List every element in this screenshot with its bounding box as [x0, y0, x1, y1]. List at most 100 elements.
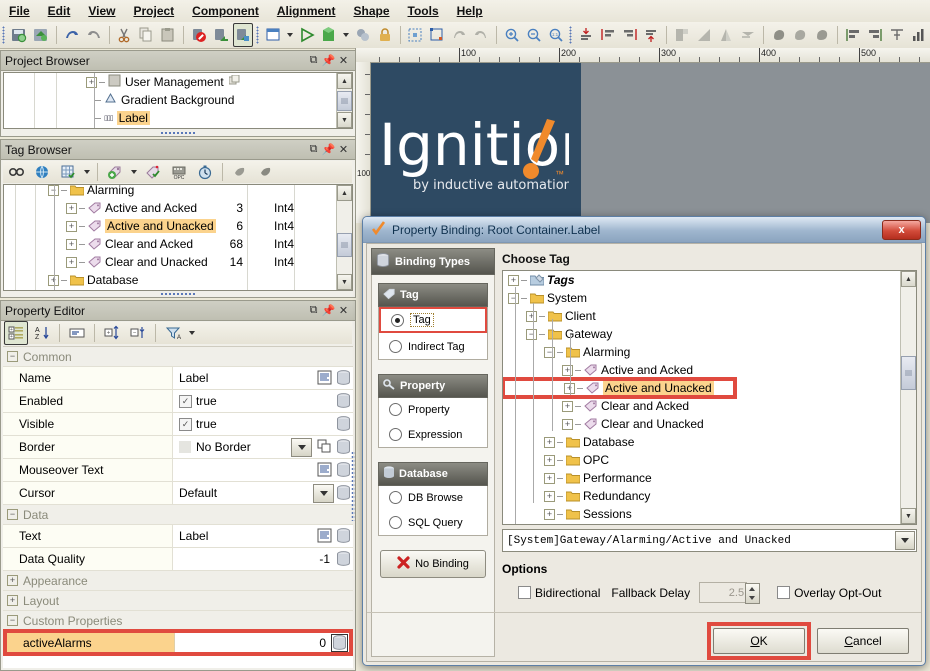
zoom-out-icon[interactable] [524, 23, 544, 47]
zoom-reset-icon[interactable]: 1:1 [546, 23, 566, 47]
close-icon[interactable]: ✕ [336, 303, 351, 318]
import-icon[interactable] [228, 160, 252, 184]
lock-icon[interactable] [375, 23, 395, 47]
property-value-cell[interactable]: Label [173, 525, 353, 547]
menu-item-view[interactable]: View [79, 2, 124, 20]
binding-option-indirect-tag[interactable]: Indirect Tag [379, 334, 487, 359]
spinner-buttons[interactable] [745, 583, 760, 604]
panel-resize-grip[interactable] [351, 451, 355, 521]
description-icon[interactable] [65, 321, 89, 345]
cut-icon[interactable] [115, 23, 135, 47]
expander-icon[interactable]: + [7, 575, 18, 586]
radio-icon[interactable] [389, 428, 402, 441]
expander-icon[interactable]: + [508, 275, 519, 286]
align-left-icon[interactable] [598, 23, 618, 47]
tag-tree-row-sessions[interactable]: + Sessions [503, 505, 916, 523]
shape-xor-icon[interactable] [738, 23, 758, 47]
copy-style-icon[interactable] [314, 439, 332, 455]
menu-item-tools[interactable]: Tools [399, 2, 448, 20]
dist-bars-icon[interactable] [909, 23, 929, 47]
property-row-mouseover-text[interactable]: Mouseover Text [3, 459, 353, 482]
restore-icon[interactable]: ⧉ [306, 53, 321, 68]
collapse-icon[interactable]: − [544, 347, 555, 358]
property-value-cell[interactable]: No Border [173, 436, 353, 458]
property-value-cell[interactable]: ✓ true [173, 390, 353, 412]
rotate-right-icon[interactable] [471, 23, 491, 47]
pin-icon[interactable]: 📌 [321, 142, 336, 157]
dropdown-button[interactable] [291, 438, 312, 457]
binding-icon[interactable] [336, 485, 351, 501]
dist-left-icon[interactable] [843, 23, 863, 47]
binding-option-db-browse[interactable]: DB Browse [379, 485, 487, 510]
dist-right-icon[interactable] [865, 23, 885, 47]
scroll-down-icon[interactable]: ▼ [337, 112, 352, 128]
ok-button[interactable]: OK [713, 628, 805, 654]
checkbox-icon[interactable]: ✓ [179, 395, 192, 408]
refresh-icon[interactable] [31, 23, 51, 47]
binding-option-sql-query[interactable]: SQL Query [379, 510, 487, 535]
tag-tree-row-system[interactable]: − System [503, 289, 916, 307]
fallback-delay-input[interactable]: 2.5 [699, 582, 747, 603]
tag-editor-icon[interactable] [56, 160, 80, 184]
binding-icon[interactable] [332, 635, 347, 651]
overlay-opt-out-checkbox[interactable] [777, 586, 790, 599]
menu-item-file[interactable]: File [0, 2, 39, 20]
binding-icon[interactable] [336, 439, 351, 455]
expander-icon[interactable]: + [544, 437, 555, 448]
expander-icon[interactable]: + [66, 257, 77, 268]
menu-item-component[interactable]: Component [183, 2, 268, 20]
sort-az-icon[interactable]: AZ [30, 321, 54, 345]
binding-icon[interactable] [336, 528, 351, 544]
dist-center-icon[interactable] [887, 23, 907, 47]
zoom-in-icon[interactable] [502, 23, 522, 47]
tag-tree-row-clear-and-acked[interactable]: + Clear and Acked [503, 397, 916, 415]
scroll-up-icon[interactable]: ▲ [337, 73, 352, 89]
collapse-all-icon[interactable]: − [126, 321, 150, 345]
panel-resize-grip[interactable] [1, 130, 355, 136]
shape-intersect-icon[interactable] [716, 23, 736, 47]
tag-tree-row-client[interactable]: + Client [503, 307, 916, 325]
tag-tree-row-tags-root[interactable]: + Tags [503, 271, 916, 289]
binding-icon[interactable] [336, 551, 351, 567]
designer-canvas[interactable]: 100 200 300 400 500 100 Ignition ™ [355, 48, 930, 223]
copy-icon[interactable] [136, 23, 156, 47]
property-group-common[interactable]: − Common [3, 347, 353, 367]
filter-icon[interactable]: A [161, 321, 185, 345]
expander-icon[interactable]: + [66, 203, 77, 214]
browse-tags-icon[interactable] [4, 160, 28, 184]
preview-play-icon[interactable] [297, 23, 317, 47]
project-browser-scrollbar[interactable]: ▲ ▼ [336, 73, 352, 128]
project-browser-tree[interactable]: + User Management Gradient Background ▯▯… [3, 72, 353, 129]
property-row-visible[interactable]: Visible ✓ true [3, 413, 353, 436]
property-value-cell[interactable]: ✓ true [173, 413, 353, 435]
property-row-activealarms[interactable]: activeAlarms 0 [5, 631, 351, 654]
export-icon[interactable] [254, 160, 278, 184]
expander-icon[interactable]: + [66, 239, 77, 250]
scroll-up-icon[interactable]: ▲ [337, 185, 352, 201]
scroll-down-icon[interactable]: ▼ [337, 274, 352, 290]
tag-tree-row-clear-and-unacked[interactable]: + Clear and Unacked [503, 415, 916, 433]
radio-icon[interactable] [391, 314, 404, 327]
expander-icon[interactable]: + [7, 595, 18, 606]
property-value-cell[interactable]: 0 [175, 633, 349, 652]
tag-provider-icon[interactable] [30, 160, 54, 184]
text-edit-icon[interactable] [317, 528, 332, 544]
menu-item-project[interactable]: Project [124, 2, 183, 20]
expander-icon[interactable]: + [86, 77, 97, 88]
property-row-data-quality[interactable]: Data Quality -1 [3, 548, 353, 571]
chevron-down-icon[interactable] [84, 170, 90, 174]
property-group-layout[interactable]: + Layout [3, 591, 353, 611]
timer-icon[interactable] [193, 160, 217, 184]
tag-tree-scrollbar[interactable]: ▲ ▼ [900, 271, 916, 524]
collapse-icon[interactable]: − [7, 351, 18, 362]
binding-option-tag[interactable]: Tag [381, 309, 485, 331]
tag-tree-row-active-and-unacked[interactable]: + Active and Unacked [503, 379, 735, 397]
dropdown-button[interactable] [313, 484, 334, 503]
panel-resize-grip[interactable] [1, 291, 355, 297]
comm-read-icon[interactable] [211, 23, 231, 47]
property-row-cursor[interactable]: Cursor Default [3, 482, 353, 505]
property-editor-list[interactable]: − Common Name Label Enabled ✓ true [3, 346, 353, 668]
tag-browser-scrollbar[interactable]: ▲ ▼ [336, 185, 352, 290]
close-icon[interactable]: x [882, 220, 921, 240]
chevron-down-icon[interactable] [189, 331, 195, 335]
